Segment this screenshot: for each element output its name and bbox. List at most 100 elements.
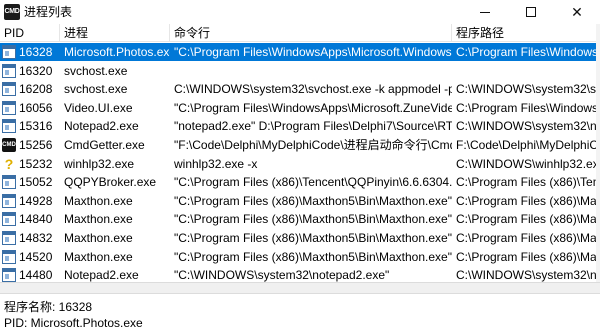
window-icon xyxy=(2,193,16,208)
process-name-cell: svchost.exe xyxy=(64,82,128,97)
table-row[interactable]: 14832 Maxthon.exe "C:\Program Files (x86)\… xyxy=(0,229,600,247)
path-cell: F:\Code\Delphi\MyDelphiCo xyxy=(456,138,600,152)
pid-cell: 16056 xyxy=(0,99,60,117)
table-row[interactable]: 15316 Notepad2.exe "notepad2.exe" D:\Progr… xyxy=(0,117,600,135)
pid-value: 15256 xyxy=(19,138,53,152)
pid-cell: ? 15232 xyxy=(0,155,60,173)
maximize-button[interactable] xyxy=(508,0,554,24)
close-button[interactable]: ✕ xyxy=(554,0,600,24)
pid-value: 16328 xyxy=(19,45,53,59)
cmdline-cell: "C:\Program Files (x86)\Maxthon5\Bin\Max… xyxy=(174,193,452,208)
pid-cell: 16328 xyxy=(0,43,60,61)
close-icon: ✕ xyxy=(571,3,583,20)
column-header-process[interactable]: 进程 xyxy=(60,24,170,42)
vertical-scrollbar[interactable] xyxy=(596,24,600,282)
splitter[interactable] xyxy=(0,282,600,293)
pid-value: 15316 xyxy=(19,119,53,134)
table-row[interactable]: 16320 svchost.exe xyxy=(0,62,600,80)
cmdline-cell: C:\WINDOWS\system32\svchost.exe -k appmo… xyxy=(174,82,452,97)
cmdline-cell: "notepad2.exe" D:\Program Files\Delphi7\… xyxy=(174,119,452,134)
window-icon xyxy=(2,100,16,115)
process-name-cell: CmdGetter.exe xyxy=(64,138,145,152)
cmdline-cell: "F:\Code\Delphi\MyDelphiCode\进程启动命令行\Cmd… xyxy=(174,138,452,152)
pid-value: 14520 xyxy=(19,249,53,264)
table-row[interactable]: 14520 Maxthon.exe "C:\Program Files (x86)\… xyxy=(0,248,600,266)
window-icon xyxy=(2,231,16,245)
status-pid: PID: Microsoft.Photos.exe xyxy=(4,316,143,330)
pid-cell: 15316 xyxy=(0,117,60,135)
table-row[interactable]: 14928 Maxthon.exe "C:\Program Files (x86)\… xyxy=(0,192,600,210)
table-header: PID 进程 命令行 程序路径 xyxy=(0,24,600,42)
path-cell: C:\WINDOWS\system32\svc xyxy=(456,82,600,97)
path-cell: C:\WINDOWS\system32\not xyxy=(456,268,600,282)
pid-value: 16056 xyxy=(19,100,53,115)
path-cell xyxy=(452,62,600,80)
path-cell: C:\WINDOWS\system32\not xyxy=(456,119,600,134)
window-title: 进程列表 xyxy=(24,5,73,19)
column-header-pid[interactable]: PID xyxy=(0,24,60,42)
pid-cell: 14480 xyxy=(0,266,60,282)
cmdline-cell: "C:\Program Files\WindowsApps\Microsoft.… xyxy=(174,100,452,115)
process-name-cell: Maxthon.exe xyxy=(64,231,133,245)
pid-cell: 16208 xyxy=(0,80,60,98)
minimize-button[interactable] xyxy=(462,0,508,24)
pid-value: 15232 xyxy=(19,156,53,171)
table-row[interactable]: 15052 QQPYBroker.exe "C:\Program Files (x8… xyxy=(0,173,600,191)
table-row[interactable]: CMD 15256 CmdGetter.exe "F:\Code\Delphi\MyD… xyxy=(0,136,600,154)
pid-value: 15052 xyxy=(19,175,53,190)
window-icon xyxy=(2,249,16,264)
path-cell: C:\Program Files (x86)\Tence xyxy=(456,175,600,190)
table-row[interactable]: 16056 Video.UI.exe "C:\Program Files\Windo… xyxy=(0,99,600,117)
pid-value: 14832 xyxy=(19,231,53,245)
table-row[interactable]: 14480 Notepad2.exe "C:\WINDOWS\system32\no… xyxy=(0,266,600,282)
pid-cell: 14928 xyxy=(0,192,60,210)
window-icon xyxy=(2,63,16,78)
pid-value: 16208 xyxy=(19,82,53,97)
column-header-cmdline[interactable]: 命令行 xyxy=(170,24,452,42)
process-name-cell: QQPYBroker.exe xyxy=(64,175,157,190)
cmdline-cell: "C:\Program Files (x86)\Maxthon5\Bin\Max… xyxy=(174,249,452,264)
cmdline-cell: winhlp32.exe -x xyxy=(174,156,258,171)
table-row[interactable]: 16328 Microsoft.Photos.exe "C:\Program Fil… xyxy=(0,43,600,61)
process-table[interactable]: PID 进程 命令行 程序路径 16328 Microsoft.Photos.ex… xyxy=(0,24,600,282)
window-icon xyxy=(2,119,16,134)
table-row[interactable]: ? 15232 winhlp32.exe winhlp32.exe -x C:\WIND… xyxy=(0,155,600,173)
pid-cell: 14832 xyxy=(0,229,60,247)
window-icon xyxy=(2,45,16,59)
process-name-cell: svchost.exe xyxy=(64,63,128,78)
window-icon xyxy=(2,212,16,227)
pid-cell: 16320 xyxy=(0,62,60,80)
status-process-name: 程序名称: 16328 xyxy=(4,300,93,314)
pid-value: 16320 xyxy=(19,63,53,78)
path-cell: C:\Program Files (x86)\Maxt xyxy=(456,212,600,227)
column-header-path[interactable]: 程序路径 xyxy=(452,24,600,42)
path-cell: C:\WINDOWS\winhlp32.exe xyxy=(456,156,600,171)
path-cell: C:\Program Files\WindowsAp xyxy=(456,45,600,59)
cmdline-cell xyxy=(170,62,452,80)
process-name-cell: Maxthon.exe xyxy=(64,249,133,264)
table-row[interactable]: 14840 Maxthon.exe "C:\Program Files (x86)\… xyxy=(0,210,600,228)
maximize-icon xyxy=(526,7,536,17)
table-row[interactable]: 16208 svchost.exe C:\WINDOWS\system32\svch… xyxy=(0,80,600,98)
title-bar: CMD 进程列表 ✕ xyxy=(0,0,600,24)
process-name-cell: Maxthon.exe xyxy=(64,193,133,208)
cmdline-cell: "C:\Program Files (x86)\Maxthon5\Bin\Max… xyxy=(174,212,452,227)
pid-value: 14840 xyxy=(19,212,53,227)
cmdline-cell: "C:\Program Files\WindowsApps\Microsoft.… xyxy=(174,45,452,59)
window-icon xyxy=(2,268,16,282)
status-panel: 程序名称: 16328 PID: Microsoft.Photos.exe xyxy=(0,293,600,333)
process-name-cell: Notepad2.exe xyxy=(64,119,139,134)
pid-value: 14480 xyxy=(19,268,53,282)
app-icon: CMD xyxy=(4,4,20,20)
pid-value: 14928 xyxy=(19,193,53,208)
path-cell: C:\Program Files (x86)\Maxt xyxy=(456,249,600,264)
cmdline-cell: "C:\Program Files (x86)\Maxthon5\Bin\Max… xyxy=(174,231,452,245)
pid-cell: CMD 15256 xyxy=(0,136,60,154)
cmdline-cell: "C:\Program Files (x86)\Tencent\QQPinyin… xyxy=(174,175,452,190)
path-cell: C:\Program Files\WindowsAp xyxy=(456,100,600,115)
help-icon: ? xyxy=(4,155,14,172)
pid-cell: 14520 xyxy=(0,248,60,266)
cmd-icon: CMD xyxy=(2,138,16,152)
process-name-cell: winhlp32.exe xyxy=(64,156,135,171)
path-cell: C:\Program Files (x86)\Maxt xyxy=(456,231,600,245)
